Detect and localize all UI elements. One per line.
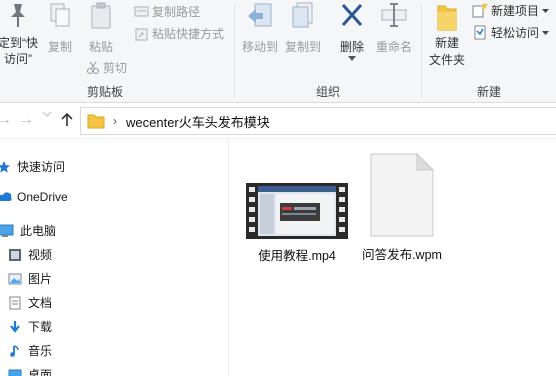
new-item-label: 新建项目 [491,4,540,18]
paste-label: 粘贴 [88,40,113,54]
delete-button[interactable]: 删除 [338,0,366,61]
recent-locations-chevron-icon[interactable] [42,111,52,117]
video-file-icon [246,183,348,239]
file-item[interactable]: 使用教程.mp4 [242,183,352,264]
copy-to-button[interactable]: 复制到 [284,0,322,56]
nav-item-label: 此电脑 [20,224,57,238]
move-to-label: 移动到 [241,40,278,54]
cloud-icon [0,192,12,201]
move-to-button[interactable]: 移动到 [241,0,279,56]
copy-icon [50,3,70,27]
star-icon [0,160,10,173]
paste-button[interactable]: 粘贴 [86,0,116,56]
nav-item-desktop[interactable]: 桌面 [8,366,52,376]
easy-access-label: 轻松访问 [491,26,540,40]
copy-path-label: 复制路径 [152,5,201,19]
nav-item-quick-access[interactable]: 快速访问 [0,158,65,175]
file-name: 使用教程.mp4 [258,249,336,263]
copy-button[interactable]: 复制 [45,0,75,56]
file-name: 问答发布.wpm [362,248,442,262]
nav-item-label: 视频 [28,248,53,262]
address-bar[interactable]: › wecenter火车头发布模块 [80,107,556,135]
blank-file-icon [370,152,435,237]
scissors-icon [87,61,99,74]
rename-button[interactable]: 重命名 [374,0,414,56]
delete-label: 删除 [339,40,364,54]
back-arrow-icon[interactable]: → [0,111,12,129]
new-group-label: 新建 [477,85,502,99]
new-folder-button[interactable]: 新建 文件夹 [427,0,467,69]
ribbon-separator [234,4,235,98]
nav-item-pictures[interactable]: 图片 [8,270,52,287]
nav-item-onedrive[interactable]: OneDrive [0,190,68,204]
paste-icon [91,2,111,29]
ribbon: 定到“快 访问” 复制 粘贴 复制路径 粘贴快捷方式 剪切 剪贴板 移动到 复制… [0,0,556,103]
nav-item-label: 音乐 [28,344,53,358]
paste-shortcut-icon [135,28,148,40]
copy-label: 复制 [47,40,72,54]
delete-x-icon [341,3,363,27]
easy-access-button[interactable]: 轻松访问 [472,24,550,41]
video-icon [9,248,21,261]
file-item[interactable]: 问答发布.wpm [357,152,447,263]
nav-item-label: OneDrive [17,190,68,204]
cut-button[interactable]: 剪切 [86,59,127,76]
file-list: 使用教程.mp4 问答发布.wpm [230,139,556,376]
navigation-pane: 快速访问 OneDrive 此电脑 视频 图片 文档 下载 音乐 桌面 [0,139,229,376]
pin-label-line1: 定到“快 [0,36,38,50]
nav-item-music[interactable]: 音乐 [8,342,52,359]
nav-item-label: 快速访问 [17,160,66,174]
new-item-icon [472,3,488,18]
cut-label: 剪切 [103,61,128,75]
nav-item-documents[interactable]: 文档 [8,294,52,311]
breadcrumb-chevron-icon[interactable]: › [113,114,117,128]
ribbon-separator [421,4,422,98]
rename-label: 重命名 [375,40,412,54]
up-arrow-icon[interactable] [60,113,74,127]
nav-item-videos[interactable]: 视频 [8,246,52,263]
organize-group-label: 组织 [316,85,341,99]
chevron-down-icon [542,8,550,13]
easy-access-icon [474,25,486,40]
folder-icon [87,114,105,129]
picture-icon [8,273,22,284]
pin-to-quick-access-button[interactable]: 定到“快 访问” [0,0,40,67]
nav-item-label: 图片 [28,272,53,286]
copy-path-button[interactable]: 复制路径 [134,3,200,20]
rename-icon [381,3,407,27]
navigation-bar: → → › wecenter火车头发布模块 [0,103,556,139]
computer-icon [0,224,14,237]
new-folder-label-line2: 文件夹 [428,53,465,67]
pin-icon [11,4,25,27]
move-to-icon [248,3,272,27]
chevron-down-icon [348,56,356,61]
forward-arrow-icon[interactable]: → [18,111,34,129]
download-icon [10,320,20,333]
copy-to-icon [292,2,313,28]
new-folder-label-line1: 新建 [434,36,459,50]
breadcrumb-path[interactable]: wecenter火车头发布模块 [126,112,270,131]
nav-item-label: 下载 [28,320,53,334]
copy-to-label: 复制到 [284,40,321,54]
music-icon [10,344,19,357]
desktop-icon [8,369,22,376]
copy-path-icon [134,6,149,17]
chevron-down-icon [542,30,550,35]
new-item-button[interactable]: 新建项目 [472,2,550,19]
paste-shortcut-label: 粘贴快捷方式 [152,27,225,41]
nav-item-this-pc[interactable]: 此电脑 [0,222,56,239]
new-folder-icon [437,5,457,31]
nav-item-label: 桌面 [28,368,53,376]
clipboard-group-label: 剪贴板 [87,85,124,99]
nav-item-downloads[interactable]: 下载 [8,318,52,335]
nav-item-label: 文档 [28,296,53,310]
paste-shortcut-button[interactable]: 粘贴快捷方式 [134,25,224,42]
document-icon [9,296,21,309]
pin-label-line2: 访问” [4,52,32,66]
